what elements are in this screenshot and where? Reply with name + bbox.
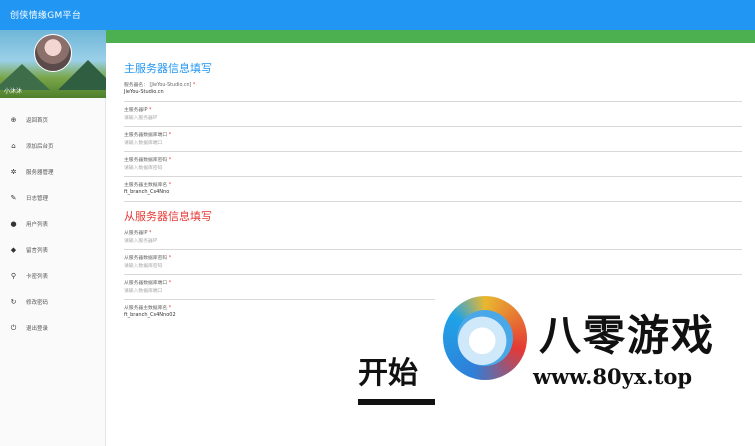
start-button[interactable]: 开始 [358, 348, 418, 392]
main-section-title: 主服务器信息填写 [124, 62, 212, 75]
swirl-logo-icon [443, 296, 527, 380]
sidebar-item-password[interactable]: ↻ 修改密码 [0, 292, 105, 312]
sidebar-item-servers[interactable]: ✲ 服务器管理 [0, 162, 105, 182]
watermark-overlay: 八零游戏 www.80yx.top [435, 290, 755, 430]
field-label: 主服务器数据库端口 * [124, 133, 172, 138]
field-main-db-port[interactable]: 主服务器数据库端口 * 请输入数据库端口 [124, 127, 742, 152]
slave-section-title: 从服务器信息填写 [124, 210, 212, 223]
profile-banner: 小沐沐 [0, 30, 106, 98]
main-ip-input: 请输入服务器IP [124, 116, 158, 121]
field-slave-ip[interactable]: 从服务器IP * 请输入服务器IP [124, 225, 742, 250]
field-label: 从服务器数据库端口 * [124, 281, 172, 286]
field-label: 主服务器数据库密码 * [124, 158, 172, 163]
username: 小沐沐 [4, 88, 23, 95]
sidebar-item-label: 用户列表 [26, 222, 49, 228]
notice-bar [106, 30, 755, 43]
main-db-port-input: 请输入数据库端口 [124, 141, 163, 146]
field-slave-db-password[interactable]: 从服务器数据库密码 * 请输入数据库密码 [124, 250, 742, 275]
start-button-underline [358, 399, 436, 405]
sidebar-item-add-page[interactable]: ⌂ 添加后台页 [0, 136, 105, 156]
sidebar-item-label: 退出登录 [26, 326, 49, 332]
field-label: 服务器名： [JieYou-Studio.cn] * [124, 83, 196, 88]
watermark-brand: 八零游戏 [539, 311, 716, 360]
main-db-name-value: ft_branch_Cs4Nno [124, 189, 170, 195]
server-name-value: JieYou-Studio.cn [124, 89, 164, 95]
field-server-name[interactable]: 服务器名： [JieYou-Studio.cn] * JieYou-Studio… [124, 77, 742, 102]
main-db-password-input: 请输入数据库密码 [124, 166, 163, 171]
sidebar-item-users[interactable]: ● 用户列表 [0, 214, 105, 234]
field-label: 从服务器IP * [124, 231, 152, 236]
plus-circle-icon: ⊕ [10, 116, 17, 124]
field-main-ip[interactable]: 主服务器IP * 请输入服务器IP [124, 102, 742, 127]
app-title: 创侠情缘GM平台 [10, 11, 82, 21]
refresh-icon: ↻ [10, 298, 17, 306]
sidebar-menu: ⊕ 返回首页 ⌂ 添加后台页 ✲ 服务器管理 ✎ 日志管理 ● 用户列表 ◆ 留言列表 ⚲ 卡… [0, 98, 105, 338]
power-icon: ⏻ [10, 323, 17, 332]
sidebar-item-cards[interactable]: ⚲ 卡密列表 [0, 266, 105, 286]
home-icon: ⌂ [11, 142, 16, 150]
server-form: 主服务器信息填写 服务器名： [JieYou-Studio.cn] * JieY… [124, 60, 744, 324]
sidebar-item-logs[interactable]: ✎ 日志管理 [0, 188, 105, 208]
gear-icon: ✲ [10, 168, 17, 176]
field-main-db-password[interactable]: 主服务器数据库密码 * 请输入数据库密码 [124, 152, 742, 177]
sidebar-item-messages[interactable]: ◆ 留言列表 [0, 240, 105, 260]
sidebar-item-logout[interactable]: ⏻ 退出登录 [0, 318, 105, 338]
top-bar: 创侠情缘GM平台 [0, 0, 755, 30]
sidebar-item-label: 服务器管理 [26, 170, 54, 176]
edit-icon: ✎ [10, 194, 17, 202]
field-label: 从服务器数据库密码 * [124, 256, 172, 261]
watermark-url: www.80yx.top [533, 364, 693, 389]
sidebar-item-label: 添加后台页 [26, 144, 54, 150]
sidebar: 小沐沐 ⊕ 返回首页 ⌂ 添加后台页 ✲ 服务器管理 ✎ 日志管理 ● 用户列表 ◆ 留言列… [0, 30, 106, 446]
sidebar-item-home[interactable]: ⊕ 返回首页 [0, 110, 105, 130]
slave-db-password-input: 请输入数据库密码 [124, 264, 163, 269]
sidebar-item-label: 留言列表 [26, 248, 49, 254]
sidebar-item-label: 返回首页 [26, 118, 49, 124]
sidebar-item-label: 日志管理 [26, 196, 49, 202]
chat-icon: ◆ [10, 246, 17, 254]
field-main-db-name[interactable]: 主服务器主数据库名 * ft_branch_Cs4Nno [124, 177, 742, 202]
sidebar-item-label: 修改密码 [26, 300, 49, 306]
avatar[interactable] [34, 34, 72, 72]
field-label: 主服务器主数据库名 * [124, 183, 172, 188]
key-icon: ⚲ [10, 272, 17, 280]
field-label: 主服务器IP * [124, 108, 152, 113]
sidebar-item-label: 卡密列表 [26, 274, 49, 280]
slave-ip-input: 请输入服务器IP [124, 239, 158, 244]
user-icon: ● [10, 220, 17, 228]
